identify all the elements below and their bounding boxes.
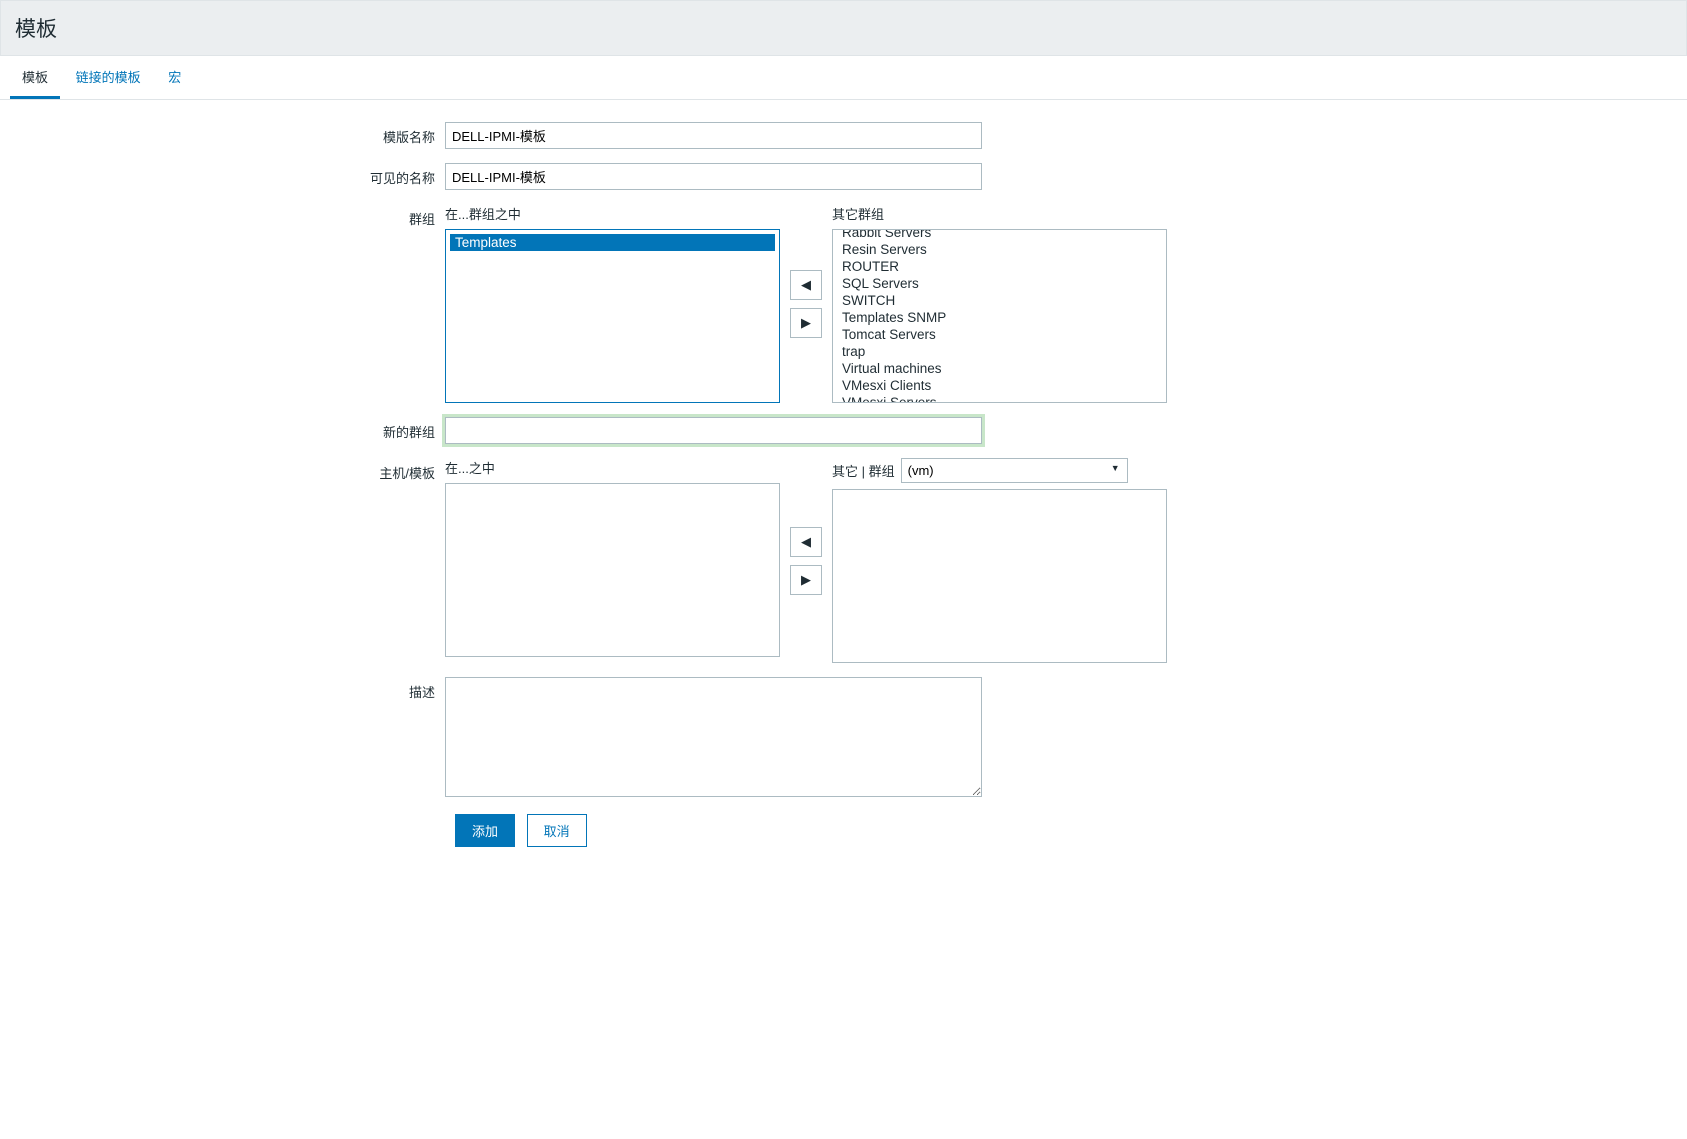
tabs-bar: 模板 链接的模板 宏 xyxy=(0,57,1687,100)
in-hosts-listbox[interactable] xyxy=(445,483,780,657)
tab-linked-templates[interactable]: 链接的模板 xyxy=(64,57,153,99)
list-item[interactable]: ROUTER xyxy=(837,258,1162,275)
list-item[interactable]: VMesxi Clients xyxy=(837,377,1162,394)
list-item[interactable]: SQL Servers xyxy=(837,275,1162,292)
page-title: 模板 xyxy=(0,0,1687,56)
list-item[interactable]: Tomcat Servers xyxy=(837,326,1162,343)
groups-label: 群组 xyxy=(10,204,445,228)
new-group-label: 新的群组 xyxy=(10,417,445,441)
triangle-right-icon: ▶ xyxy=(801,572,811,588)
template-form: 模版名称 可见的名称 群组 在...群组之中 Templates ◀ ▶ xyxy=(0,100,1687,869)
visible-name-label: 可见的名称 xyxy=(10,163,445,187)
visible-name-input[interactable] xyxy=(445,163,982,190)
other-groups-label: 其它群组 xyxy=(832,204,1167,223)
other-groups-listbox[interactable]: Rabbit Servers Resin Servers ROUTER SQL … xyxy=(832,229,1167,403)
list-item[interactable]: Virtual machines xyxy=(837,360,1162,377)
triangle-left-icon: ◀ xyxy=(801,277,811,293)
list-item[interactable]: trap xyxy=(837,343,1162,360)
list-item[interactable]: Resin Servers xyxy=(837,241,1162,258)
list-item[interactable]: SWITCH xyxy=(837,292,1162,309)
template-name-label: 模版名称 xyxy=(10,122,445,146)
triangle-left-icon: ◀ xyxy=(801,534,811,550)
group-selector[interactable]: (vm) xyxy=(901,458,1128,483)
in-groups-listbox[interactable]: Templates xyxy=(445,229,780,403)
new-group-input[interactable] xyxy=(445,417,982,444)
template-name-input[interactable] xyxy=(445,122,982,149)
other-hosts-label: 其它 | 群组 xyxy=(832,461,895,480)
other-hosts-listbox[interactable] xyxy=(832,489,1167,663)
list-item[interactable]: Templates xyxy=(450,234,775,251)
hosts-move-right-button[interactable]: ▶ xyxy=(790,565,822,595)
hosts-templates-label: 主机/模板 xyxy=(10,458,445,482)
description-label: 描述 xyxy=(10,677,445,701)
in-hosts-label: 在...之中 xyxy=(445,458,780,477)
list-item[interactable]: VMesxi Servers xyxy=(837,394,1162,403)
list-item[interactable]: Rabbit Servers xyxy=(837,229,1162,241)
triangle-right-icon: ▶ xyxy=(801,315,811,331)
move-left-button[interactable]: ◀ xyxy=(790,270,822,300)
move-right-button[interactable]: ▶ xyxy=(790,308,822,338)
hosts-move-left-button[interactable]: ◀ xyxy=(790,527,822,557)
list-item[interactable]: Templates SNMP xyxy=(837,309,1162,326)
description-textarea[interactable] xyxy=(445,677,982,797)
add-button[interactable]: 添加 xyxy=(455,814,515,847)
tab-template[interactable]: 模板 xyxy=(10,57,60,99)
in-groups-label: 在...群组之中 xyxy=(445,204,780,223)
tab-macros[interactable]: 宏 xyxy=(156,57,193,99)
cancel-button[interactable]: 取消 xyxy=(527,814,587,847)
